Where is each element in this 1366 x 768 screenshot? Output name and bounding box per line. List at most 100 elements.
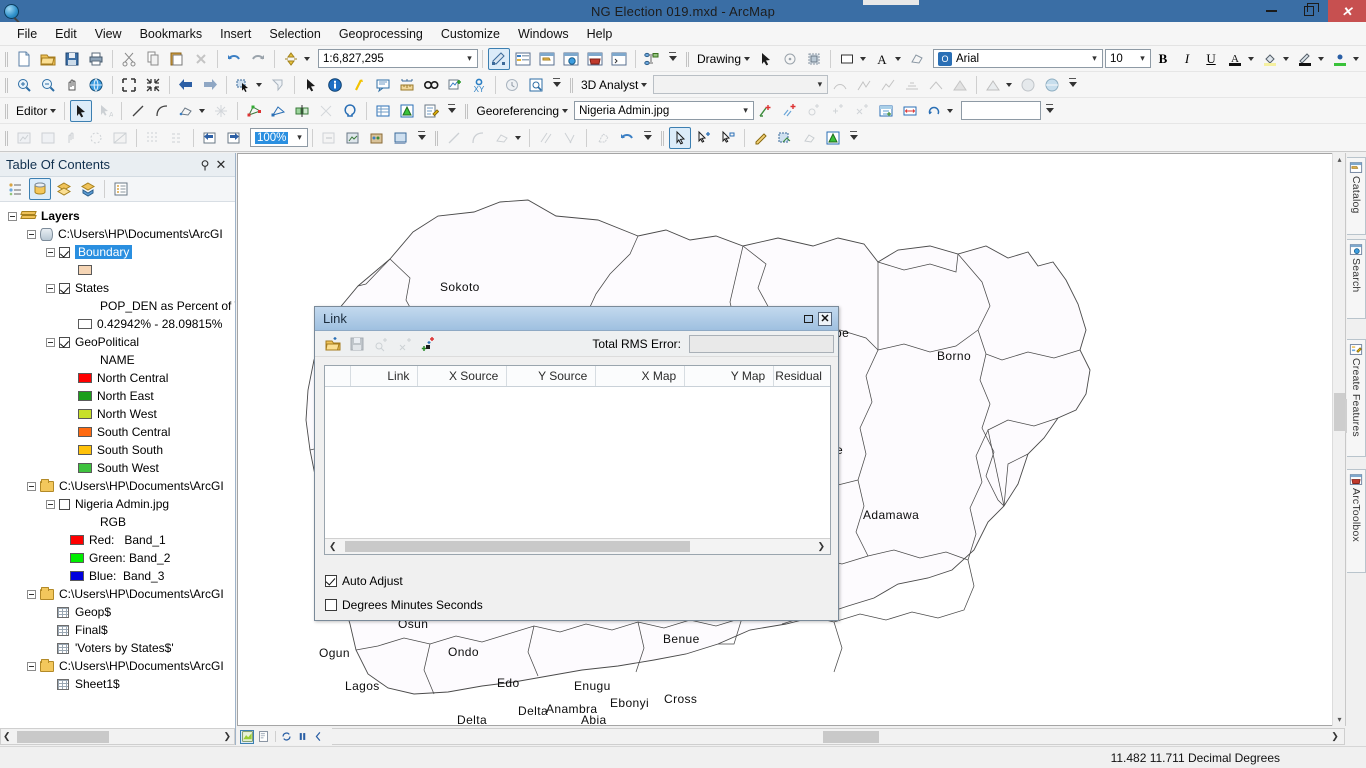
marker-color-icon[interactable] xyxy=(1329,48,1351,70)
georeferencing-dropdown-icon[interactable] xyxy=(562,108,569,113)
python-window-icon[interactable] xyxy=(608,48,630,70)
edit-annotation-icon[interactable]: A xyxy=(94,100,116,122)
symbol-swatch[interactable] xyxy=(78,319,92,329)
toolbar-grip[interactable] xyxy=(3,76,10,94)
zoom-out-icon[interactable] xyxy=(37,74,59,96)
rotate-dropdown-icon[interactable] xyxy=(947,108,954,113)
pan-icon[interactable] xyxy=(61,74,83,96)
undo-edit-icon[interactable] xyxy=(616,127,638,149)
column-header-y-source[interactable]: Y Source xyxy=(507,366,597,386)
swipe-icon[interactable] xyxy=(61,127,83,149)
toolbar-grip[interactable] xyxy=(3,50,10,68)
surface-icon[interactable] xyxy=(949,74,971,96)
line-color-icon[interactable] xyxy=(1294,48,1316,70)
toolbar-grip[interactable] xyxy=(3,102,10,120)
find-icon[interactable] xyxy=(420,74,442,96)
editor-dropdown-icon[interactable] xyxy=(50,108,57,113)
3d-analyst-menu-label[interactable]: 3D Analyst xyxy=(577,78,640,92)
editor-overflow-icon[interactable] xyxy=(446,100,457,122)
fixed-zoom-in-icon[interactable] xyxy=(118,74,140,96)
redo-icon[interactable] xyxy=(247,48,269,70)
collapse-icon[interactable] xyxy=(27,589,36,599)
zoom-to-link-icon[interactable] xyxy=(370,333,392,355)
back-extent-icon[interactable] xyxy=(175,74,197,96)
advanced-editing-grip[interactable] xyxy=(433,129,440,147)
delete-link-icon[interactable] xyxy=(827,100,849,122)
list-by-visibility-icon[interactable] xyxy=(53,178,75,200)
image-analysis-icon[interactable] xyxy=(13,127,35,149)
rectangle-dropdown-icon[interactable] xyxy=(860,56,867,61)
maximize-button[interactable] xyxy=(1290,0,1328,22)
clear-links-icon[interactable] xyxy=(851,100,873,122)
select-annotation-icon[interactable] xyxy=(669,126,691,149)
add-data-dropdown-icon[interactable] xyxy=(304,56,310,61)
edit-vertices-icon[interactable] xyxy=(243,100,265,122)
column-header-x-map[interactable]: X Map xyxy=(596,366,686,386)
mosaic-icon[interactable] xyxy=(366,127,388,149)
tree-item-folder-tables1[interactable]: C:\Users\HP\Documents\ArcGI xyxy=(0,585,235,603)
reshape-feature-icon[interactable] xyxy=(267,100,289,122)
refresh-icon[interactable] xyxy=(279,730,293,744)
fill-color-icon[interactable] xyxy=(1259,48,1281,70)
font-color-dropdown-icon[interactable] xyxy=(1248,56,1255,61)
new-annotation-icon[interactable] xyxy=(693,127,715,149)
edit-sketch-icon[interactable] xyxy=(420,100,442,122)
symbol-swatch[interactable] xyxy=(78,445,92,455)
delete-icon[interactable] xyxy=(190,48,212,70)
georeferencing-layer-value[interactable]: Nigeria Admin.jpg xyxy=(579,105,669,117)
model-builder-icon[interactable] xyxy=(641,48,663,70)
steepest-path-icon[interactable] xyxy=(853,74,875,96)
select-features-icon[interactable] xyxy=(232,74,254,96)
follow-feature-icon[interactable] xyxy=(717,127,739,149)
map-vertical-scrollbar[interactable]: ▴ ▾ xyxy=(1332,153,1346,726)
delete-link-icon[interactable] xyxy=(394,333,416,355)
annotation-construction-icon[interactable] xyxy=(774,127,796,149)
chevron-down-icon[interactable]: ▾ xyxy=(812,76,827,93)
collapse-icon[interactable] xyxy=(27,229,36,239)
toolbar-overflow-icon[interactable] xyxy=(667,48,678,70)
add-data-icon[interactable] xyxy=(280,48,302,70)
menu-view[interactable]: View xyxy=(86,24,131,44)
split-icon[interactable] xyxy=(315,100,337,122)
fixed-zoom-out-icon[interactable] xyxy=(142,74,164,96)
tree-item-band-red[interactable]: Red: Band_1 xyxy=(0,531,235,549)
drawing-dropdown-icon[interactable] xyxy=(744,56,751,61)
tree-item-nigeria-admin[interactable]: Nigeria Admin.jpg xyxy=(0,495,235,513)
symbol-swatch[interactable] xyxy=(78,409,92,419)
editor-menu-label[interactable]: Editor xyxy=(12,104,49,118)
tree-item-folder-raster[interactable]: C:\Users\HP\Documents\ArcGI xyxy=(0,477,235,495)
column-header-select[interactable] xyxy=(325,366,352,386)
menu-edit[interactable]: Edit xyxy=(46,24,86,44)
symbol-swatch[interactable] xyxy=(78,265,92,275)
copy-parallel-icon[interactable] xyxy=(592,127,614,149)
column-header-link[interactable]: Link xyxy=(351,366,419,386)
annotation-shape-icon[interactable] xyxy=(798,127,820,149)
map-scale-value[interactable]: 1:6,827,295 xyxy=(323,53,384,65)
scroll-right-icon[interactable]: ❯ xyxy=(817,541,825,552)
group-icon[interactable] xyxy=(803,48,825,70)
shape-edit-icon[interactable] xyxy=(906,48,928,70)
link-table[interactable]: Link X Source Y Source X Map Y Map Resid… xyxy=(324,365,831,555)
sketch-properties-icon[interactable] xyxy=(210,100,232,122)
tree-item-class-north-west[interactable]: North West xyxy=(0,405,235,423)
3d-analyst-dropdown-icon[interactable] xyxy=(641,82,648,87)
italic-button[interactable]: I xyxy=(1176,48,1198,70)
rotation-angle-input[interactable] xyxy=(961,101,1042,120)
identify-icon[interactable] xyxy=(324,74,346,96)
interpolate-line-icon[interactable] xyxy=(829,74,851,96)
close-icon[interactable]: ✕ xyxy=(818,311,832,326)
column-header-residual[interactable]: Residual xyxy=(774,366,830,386)
collapse-icon[interactable] xyxy=(46,499,55,509)
annotation-overflow-icon[interactable] xyxy=(848,127,859,149)
create-features-icon[interactable] xyxy=(396,100,418,122)
dock-tab-create-features[interactable]: Create Features xyxy=(1347,339,1366,457)
options-icon[interactable] xyxy=(110,178,132,200)
symbol-swatch[interactable] xyxy=(70,571,84,581)
save-link-table-icon[interactable] xyxy=(346,333,368,355)
rectangle-icon[interactable] xyxy=(836,48,858,70)
rotate-icon[interactable] xyxy=(923,100,945,122)
menu-customize[interactable]: Customize xyxy=(432,24,509,44)
3d-analyst-grip[interactable] xyxy=(568,76,575,94)
construction-dropdown-icon[interactable] xyxy=(199,108,206,113)
dock-tab-catalog[interactable]: Catalog xyxy=(1347,157,1366,235)
